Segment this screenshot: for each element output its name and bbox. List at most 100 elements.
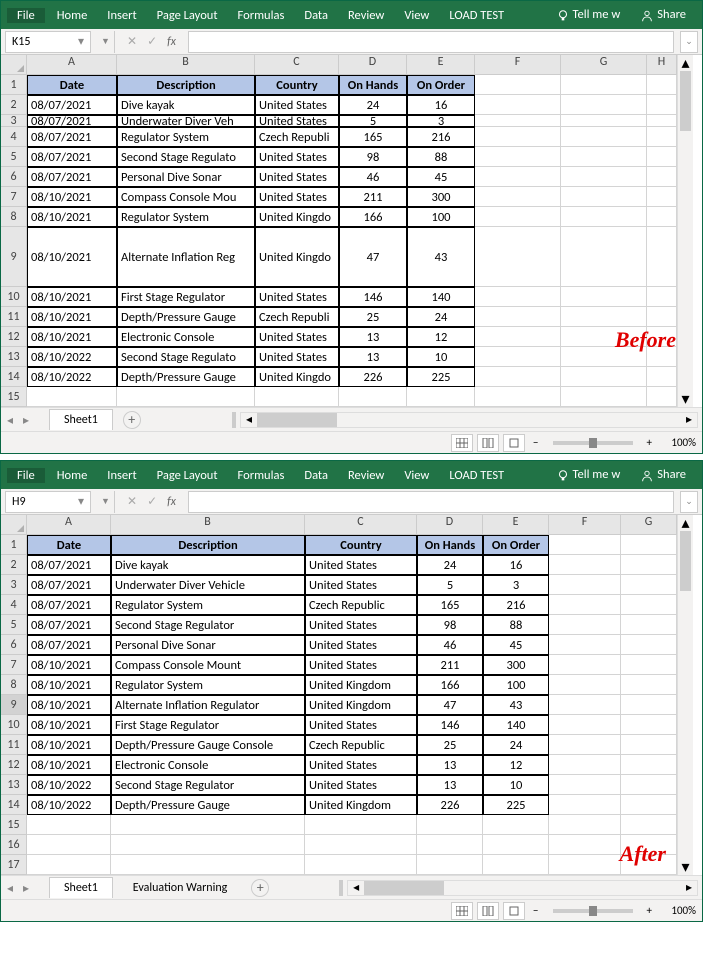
ribbon-tell-me[interactable]: Tell me w <box>546 7 631 22</box>
ribbon-data[interactable]: Data <box>294 8 338 23</box>
cell[interactable] <box>475 75 561 95</box>
table-header-date[interactable]: Date <box>27 75 117 95</box>
table-cell[interactable]: 45 <box>407 167 475 187</box>
dropdown-icon[interactable]: ▾ <box>78 494 84 509</box>
cell[interactable] <box>483 855 549 875</box>
col-header-B[interactable]: B <box>111 515 305 535</box>
formula-bar[interactable] <box>188 31 674 53</box>
table-cell[interactable]: 08/07/2021 <box>27 147 117 167</box>
table-cell[interactable]: 211 <box>417 655 483 675</box>
cell[interactable] <box>647 187 677 207</box>
cell[interactable] <box>561 167 647 187</box>
cell[interactable] <box>647 387 677 407</box>
cell[interactable] <box>647 367 677 387</box>
zoom-slider[interactable] <box>553 441 633 445</box>
table-cell[interactable]: 08/10/2021 <box>27 735 111 755</box>
ribbon-insert[interactable]: Insert <box>97 468 146 483</box>
table-header-country[interactable]: Country <box>255 75 339 95</box>
table-cell[interactable]: 5 <box>417 575 483 595</box>
cell[interactable] <box>561 147 647 167</box>
sheet-tab-eval[interactable]: Evaluation Warning <box>119 878 242 898</box>
cell[interactable] <box>549 695 621 715</box>
accept-formula-icon[interactable]: ✓ <box>147 34 157 49</box>
cell[interactable] <box>561 115 647 127</box>
cell[interactable] <box>561 207 647 227</box>
table-cell[interactable]: 08/07/2021 <box>27 115 117 127</box>
cell[interactable] <box>647 147 677 167</box>
page-layout-button[interactable] <box>477 434 499 452</box>
table-cell[interactable]: 08/07/2021 <box>27 595 111 615</box>
table-cell[interactable]: 08/10/2022 <box>27 367 117 387</box>
select-all-corner[interactable] <box>1 515 27 535</box>
page-layout-button[interactable] <box>477 902 499 920</box>
table-cell[interactable]: 98 <box>339 147 407 167</box>
table-cell[interactable]: 12 <box>483 755 549 775</box>
formula-bar-expand[interactable]: ⌄ <box>680 491 698 513</box>
table-cell[interactable]: United States <box>255 167 339 187</box>
row-header-7[interactable]: 7 <box>1 187 27 207</box>
cell[interactable] <box>111 855 305 875</box>
cell[interactable] <box>621 675 677 695</box>
table-cell[interactable]: 08/07/2021 <box>27 167 117 187</box>
row-header-13[interactable]: 13 <box>1 347 27 367</box>
table-cell[interactable]: 100 <box>407 207 475 227</box>
ribbon-load-test[interactable]: LOAD TEST <box>439 468 514 483</box>
col-header-C[interactable]: C <box>255 55 339 75</box>
table-header-date[interactable]: Date <box>27 535 111 555</box>
cancel-formula-icon[interactable]: ✕ <box>127 494 137 509</box>
cell[interactable] <box>475 127 561 147</box>
table-cell[interactable]: Compass Console Mou <box>117 187 255 207</box>
page-break-button[interactable] <box>503 902 525 920</box>
table-cell[interactable]: 08/10/2021 <box>27 287 117 307</box>
cell[interactable] <box>483 815 549 835</box>
ribbon-home[interactable]: Home <box>47 8 98 23</box>
table-header-on-order[interactable]: On Order <box>483 535 549 555</box>
cell[interactable] <box>417 835 483 855</box>
cell[interactable] <box>475 387 561 407</box>
table-header-description[interactable]: Description <box>111 535 305 555</box>
vertical-scrollbar[interactable]: ▴▾ <box>677 515 693 875</box>
cell[interactable] <box>549 655 621 675</box>
table-cell[interactable]: Czech Republic <box>305 735 417 755</box>
cell[interactable] <box>621 635 677 655</box>
cell[interactable] <box>647 207 677 227</box>
row-header-10[interactable]: 10 <box>1 715 27 735</box>
table-cell[interactable]: 08/07/2021 <box>27 615 111 635</box>
tab-split-handle[interactable] <box>232 412 236 428</box>
table-cell[interactable]: 43 <box>407 227 475 287</box>
sheet-tab-active[interactable]: Sheet1 <box>49 877 113 898</box>
col-header-F[interactable]: F <box>549 515 621 535</box>
table-cell[interactable]: 47 <box>417 695 483 715</box>
table-cell[interactable]: Second Stage Regulato <box>117 347 255 367</box>
cell[interactable] <box>647 167 677 187</box>
table-cell[interactable]: 08/07/2021 <box>27 555 111 575</box>
table-cell[interactable]: 216 <box>407 127 475 147</box>
row-header-14[interactable]: 14 <box>1 795 27 815</box>
table-cell[interactable]: 08/10/2022 <box>27 775 111 795</box>
ribbon-formulas[interactable]: Formulas <box>228 8 295 23</box>
cell[interactable] <box>27 815 111 835</box>
cell[interactable] <box>621 615 677 635</box>
table-cell[interactable]: United Kingdom <box>305 795 417 815</box>
row-header-14[interactable]: 14 <box>1 367 27 387</box>
table-cell[interactable]: United Kingdo <box>255 227 339 287</box>
dropdown-icon[interactable]: ▾ <box>78 34 84 49</box>
table-cell[interactable]: 08/10/2021 <box>27 307 117 327</box>
table-cell[interactable]: 100 <box>483 675 549 695</box>
table-cell[interactable]: First Stage Regulator <box>117 287 255 307</box>
table-cell[interactable]: Regulator System <box>111 595 305 615</box>
table-cell[interactable]: United States <box>305 655 417 675</box>
table-cell[interactable]: Czech Republic <box>305 595 417 615</box>
table-cell[interactable]: 08/07/2021 <box>27 95 117 115</box>
table-cell[interactable]: Second Stage Regulato <box>117 147 255 167</box>
ribbon-view[interactable]: View <box>394 8 439 23</box>
cell[interactable] <box>111 835 305 855</box>
table-cell[interactable]: 08/07/2021 <box>27 127 117 147</box>
table-cell[interactable]: 24 <box>339 95 407 115</box>
cell[interactable] <box>561 95 647 115</box>
table-cell[interactable]: United States <box>255 287 339 307</box>
cell[interactable] <box>621 795 677 815</box>
row-header-1[interactable]: 1 <box>1 535 27 555</box>
ribbon-review[interactable]: Review <box>338 468 394 483</box>
table-cell[interactable]: Regulator System <box>117 207 255 227</box>
